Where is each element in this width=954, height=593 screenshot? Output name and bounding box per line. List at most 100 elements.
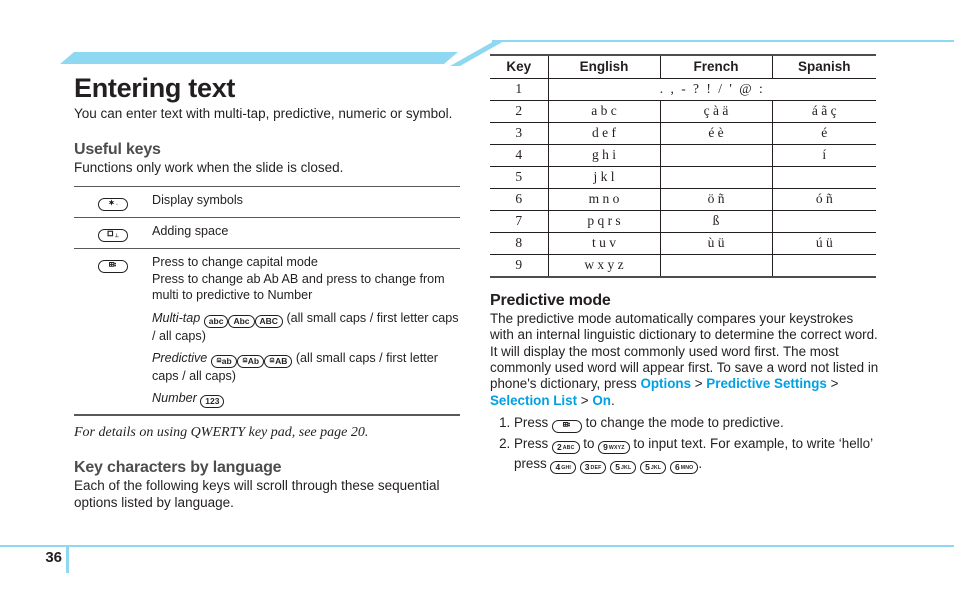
link-predictive-settings[interactable]: Predictive Settings bbox=[706, 376, 827, 391]
key-5-jkl-icon: 5JKL bbox=[610, 461, 637, 475]
cell-english: m n o bbox=[547, 188, 661, 211]
cell-french bbox=[660, 254, 773, 278]
mode-change-key-icon bbox=[98, 260, 128, 274]
key-cell: ⊥ bbox=[74, 218, 152, 249]
sentence-period: . bbox=[610, 392, 615, 408]
cell-key: 1 bbox=[490, 78, 548, 101]
cell-key: 9 bbox=[490, 254, 548, 278]
mode-line-1: Press to change capital mode bbox=[152, 255, 318, 270]
abc-title-key-icon: Abc bbox=[228, 314, 255, 328]
column-header-english: English bbox=[547, 54, 661, 79]
folio-accent-bar bbox=[66, 547, 69, 573]
cell-key: 8 bbox=[490, 232, 548, 255]
cell-spanish bbox=[772, 210, 876, 233]
cell-key: 2 bbox=[490, 100, 548, 123]
link-options[interactable]: Options bbox=[640, 376, 691, 391]
mode-change-key-icon bbox=[551, 420, 582, 434]
key-cell bbox=[74, 249, 152, 415]
useful-keys-table: ◦ Display symbols ⊥ Adding space Press t… bbox=[74, 186, 460, 416]
column-header-spanish: Spanish bbox=[772, 54, 876, 79]
key-9-wxyz-icon: 9WXYZ bbox=[598, 441, 630, 455]
language-characters-table: Key English French Spanish 1 . , - ? ! /… bbox=[490, 54, 876, 278]
link-on[interactable]: On bbox=[592, 393, 611, 408]
cell-key: 4 bbox=[490, 144, 548, 167]
key-cell: ◦ bbox=[74, 187, 152, 218]
table-row: 4 g h i í bbox=[490, 144, 876, 167]
cell-english: a b c bbox=[547, 100, 661, 123]
predictive-label: Predictive bbox=[152, 350, 208, 365]
table-row: ⊥ Adding space bbox=[74, 218, 460, 249]
useful-keys-subtitle: Functions only work when the slide is cl… bbox=[74, 159, 344, 175]
step1-text-a: Press bbox=[514, 415, 552, 431]
cell-english: j k l bbox=[547, 166, 661, 189]
zero-key-sublabel: ⊥ bbox=[114, 233, 120, 240]
qwerty-note: For details on using QWERTY key pad, see… bbox=[74, 425, 369, 441]
language-table-body: 1 . , - ? ! / ' @ : 2 a b c ç à ä á ã ç … bbox=[490, 78, 876, 278]
breadcrumb-sep: > bbox=[691, 376, 707, 392]
column-header-french: French bbox=[659, 54, 773, 79]
cell-spanish: é bbox=[772, 122, 876, 145]
link-selection-list[interactable]: Selection List bbox=[490, 393, 577, 408]
key-characters-heading: Key characters by language bbox=[74, 459, 282, 477]
star-key-icon: ◦ bbox=[98, 198, 128, 212]
breadcrumb-sep: > bbox=[577, 392, 593, 408]
cell-english: t u v bbox=[547, 232, 661, 255]
key-4-ghi-icon: 4GHI bbox=[550, 461, 577, 475]
multitap-line: Multi-tap abc Abc ABC (all small caps / fi… bbox=[152, 310, 460, 344]
cell-english: g h i bbox=[547, 144, 661, 167]
cell-french bbox=[660, 144, 773, 167]
list-item: Press 2ABC to 9WXYZ to input text. For e… bbox=[514, 434, 880, 475]
step2-text-b: to bbox=[579, 436, 599, 452]
number-line: Number 123 bbox=[152, 390, 460, 409]
cell-spanish bbox=[772, 254, 876, 278]
multitap-label: Multi-tap bbox=[152, 310, 201, 325]
number-123-key-icon: 123 bbox=[200, 395, 225, 409]
predictive-mode-heading: Predictive mode bbox=[490, 292, 611, 309]
star-key-sublabel: ◦ bbox=[115, 202, 119, 209]
manual-page: Entering text You can enter text with mu… bbox=[0, 0, 954, 593]
cell-key: 7 bbox=[490, 210, 548, 233]
cell-spanish bbox=[772, 166, 876, 189]
cell-french: ö ñ bbox=[660, 188, 773, 211]
table-row: 2 a b c ç à ä á ã ç bbox=[490, 100, 876, 123]
key-5-jkl-icon-2: 5JKL bbox=[640, 461, 667, 475]
predictive-ab-key-icon: ab bbox=[210, 354, 237, 368]
useful-keys-heading: Useful keys bbox=[74, 140, 161, 158]
page-lede: You can enter text with multi-tap, predi… bbox=[74, 105, 453, 121]
cell-english: w x y z bbox=[547, 254, 661, 278]
table-row: 8 t u v ù ü ú ü bbox=[490, 232, 876, 255]
table-row: 1 . , - ? ! / ' @ : bbox=[490, 78, 876, 101]
accent-bar-decoration bbox=[60, 52, 458, 64]
cell-french: é è bbox=[660, 122, 773, 145]
cell-spanish: ú ü bbox=[772, 232, 876, 255]
key-description: Display symbols bbox=[152, 193, 243, 208]
number-label: Number bbox=[152, 391, 197, 406]
table-row: ◦ Display symbols bbox=[74, 186, 460, 218]
table-row: 3 d e f é è é bbox=[490, 122, 876, 145]
cell-french bbox=[660, 166, 773, 189]
table-header-row: Key English French Spanish bbox=[490, 54, 876, 79]
step2-text-a: Press bbox=[514, 436, 552, 452]
cell-punctuation-span: . , - ? ! / ' @ : bbox=[547, 78, 876, 101]
predictive-steps-list: Press to change the mode to predictive. … bbox=[490, 413, 880, 475]
table-row: 5 j k l bbox=[490, 166, 876, 189]
cell-english: p q r s bbox=[547, 210, 661, 233]
predictive-line: Predictive ab Ab AB (all small caps / firs… bbox=[152, 350, 460, 384]
list-item: Press to change the mode to predictive. bbox=[514, 413, 880, 434]
table-row: 7 p q r s ß bbox=[490, 210, 876, 233]
cell-spanish: á ã ç bbox=[772, 100, 876, 123]
cell-key: 3 bbox=[490, 122, 548, 145]
key-description: Adding space bbox=[152, 224, 229, 239]
key-6-mno-icon: 6MNO bbox=[669, 461, 699, 475]
abc-upper-key-icon: ABC bbox=[254, 314, 283, 328]
cell-spanish: í bbox=[772, 144, 876, 167]
table-row-mode: Press to change capital mode Press to ch… bbox=[74, 249, 460, 416]
cell-spanish: ó ñ bbox=[772, 188, 876, 211]
zero-space-key-icon: ⊥ bbox=[98, 229, 128, 243]
page-number: 36 bbox=[45, 549, 62, 566]
column-header-key: Key bbox=[490, 54, 548, 79]
cell-english: d e f bbox=[547, 122, 661, 145]
predictive-AB-key-icon: AB bbox=[264, 354, 293, 368]
mode-key-description: Press to change capital mode Press to ch… bbox=[152, 249, 460, 415]
predictive-mode-body: The predictive mode automatically compar… bbox=[490, 311, 880, 409]
